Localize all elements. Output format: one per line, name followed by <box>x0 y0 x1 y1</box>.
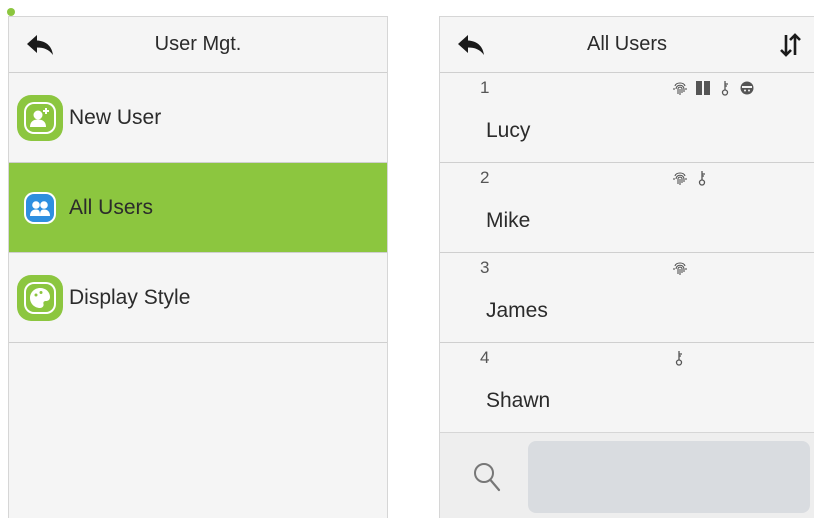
credential-icons <box>672 260 688 276</box>
menu-item-label: Display Style <box>69 285 191 309</box>
password-icon <box>675 351 683 366</box>
credential-icons <box>672 350 686 366</box>
card-icon <box>696 81 710 95</box>
palette-icon <box>17 274 63 321</box>
fingerprint-icon <box>673 82 687 95</box>
table-row[interactable]: 1 Lucy <box>440 73 814 163</box>
user-name: James <box>486 299 548 322</box>
face-icon <box>740 81 754 95</box>
user-name: Shawn <box>486 389 551 412</box>
password-icon <box>698 171 706 186</box>
user-id: 4 <box>480 348 490 367</box>
password-icon <box>721 81 729 96</box>
back-arrow-icon <box>458 35 484 55</box>
user-id: 2 <box>480 168 490 187</box>
add-user-icon <box>17 94 63 141</box>
search-input[interactable] <box>528 441 810 513</box>
menu-item-label: All Users <box>69 195 154 219</box>
page-title: All Users <box>586 33 667 55</box>
all-users-screen: All Users 1 Lucy 2 Mike 3 James 4 Shawn <box>439 16 814 518</box>
back-button[interactable] <box>456 33 486 57</box>
menu-item-all-users[interactable]: All Users <box>9 163 387 253</box>
fingerprint-icon <box>673 262 687 275</box>
table-row[interactable]: 4 Shawn <box>440 343 814 433</box>
user-name: Mike <box>486 209 531 232</box>
menu-item-new-user[interactable]: New User <box>9 73 387 163</box>
credential-icons <box>672 80 755 96</box>
users-icon <box>17 185 63 231</box>
fingerprint-icon <box>673 172 687 185</box>
back-arrow-icon <box>27 35 53 55</box>
search-icon[interactable] <box>472 461 502 493</box>
status-dot <box>7 8 15 16</box>
search-bar <box>440 432 814 518</box>
sort-button[interactable] <box>776 32 804 58</box>
table-row[interactable]: 3 James <box>440 253 814 343</box>
back-button[interactable] <box>25 33 55 57</box>
page-title: User Mgt. <box>154 33 242 55</box>
menu-item-label: New User <box>69 105 162 129</box>
all-users-header: All Users <box>440 17 814 73</box>
credential-icons <box>672 170 709 186</box>
user-id: 3 <box>480 258 490 277</box>
table-row[interactable]: 2 Mike <box>440 163 814 253</box>
menu-item-display-style[interactable]: Display Style <box>9 253 387 343</box>
user-mgt-screen: User Mgt. New User All Users Display Sty… <box>8 16 388 518</box>
sort-icon <box>780 33 801 57</box>
user-mgt-header: User Mgt. <box>9 17 387 73</box>
user-id: 1 <box>480 78 490 97</box>
user-name: Lucy <box>486 119 531 142</box>
